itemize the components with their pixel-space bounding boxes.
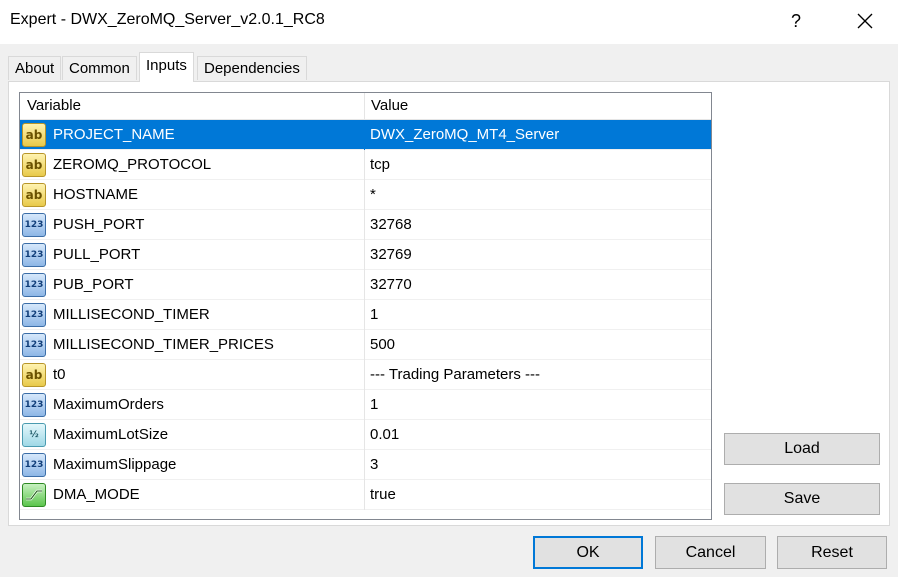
- column-divider: [364, 420, 365, 450]
- input-row[interactable]: 123 MILLISECOND_TIMER 1: [20, 300, 711, 330]
- variable-value[interactable]: 32770: [370, 270, 706, 299]
- input-row[interactable]: ab HOSTNAME *: [20, 180, 711, 210]
- variable-name: MILLISECOND_TIMER_PRICES: [53, 336, 274, 353]
- help-icon: ?: [790, 11, 801, 31]
- grid-header: Variable Value: [20, 93, 711, 120]
- integer-icon: 123: [22, 453, 46, 477]
- variable-value[interactable]: 32768: [370, 210, 706, 239]
- column-header-variable[interactable]: Variable: [20, 93, 365, 119]
- column-divider: [364, 270, 365, 300]
- tab-dependencies[interactable]: Dependencies: [197, 56, 307, 80]
- variable-name: PULL_PORT: [53, 246, 141, 263]
- column-divider: [364, 240, 365, 270]
- cancel-button[interactable]: Cancel: [655, 536, 766, 569]
- expert-properties-dialog: Expert - DWX_ZeroMQ_Server_v2.0.1_RC8 ? …: [0, 0, 898, 577]
- column-header-value[interactable]: Value: [365, 93, 711, 119]
- reset-button[interactable]: Reset: [777, 536, 887, 569]
- variable-name: t0: [53, 366, 66, 383]
- title-bar[interactable]: Expert - DWX_ZeroMQ_Server_v2.0.1_RC8 ?: [0, 0, 898, 44]
- input-row[interactable]: 123 MaximumOrders 1: [20, 390, 711, 420]
- column-divider: [364, 330, 365, 360]
- variable-value[interactable]: DWX_ZeroMQ_MT4_Server: [370, 120, 706, 149]
- integer-icon: 123: [22, 273, 46, 297]
- column-divider: [364, 210, 365, 240]
- variable-value[interactable]: 3: [370, 450, 706, 479]
- ok-button[interactable]: OK: [533, 536, 643, 569]
- variable-name: MaximumOrders: [53, 396, 164, 413]
- variable-name: MaximumSlippage: [53, 456, 177, 473]
- input-row[interactable]: ab ZEROMQ_PROTOCOL tcp: [20, 150, 711, 180]
- column-divider: [364, 150, 365, 180]
- close-button[interactable]: [842, 6, 888, 36]
- save-button[interactable]: Save: [724, 483, 880, 515]
- integer-icon: 123: [22, 213, 46, 237]
- column-divider: [364, 180, 365, 210]
- variable-value[interactable]: 32769: [370, 240, 706, 269]
- variable-value[interactable]: 500: [370, 330, 706, 359]
- input-row[interactable]: ab PROJECT_NAME DWX_ZeroMQ_MT4_Server: [20, 120, 711, 150]
- variable-name: ZEROMQ_PROTOCOL: [53, 156, 212, 173]
- column-divider: [364, 390, 365, 420]
- variable-name: MILLISECOND_TIMER: [53, 306, 210, 323]
- integer-icon: 123: [22, 243, 46, 267]
- input-row[interactable]: DMA_MODE true: [20, 480, 711, 510]
- column-divider: [364, 450, 365, 480]
- integer-icon: 123: [22, 393, 46, 417]
- column-divider: [364, 480, 365, 510]
- integer-icon: 123: [22, 333, 46, 357]
- string-icon: ab: [22, 153, 46, 177]
- variable-name: MaximumLotSize: [53, 426, 169, 443]
- variable-value[interactable]: 1: [370, 300, 706, 329]
- variable-value[interactable]: 0.01: [370, 420, 706, 449]
- inputs-grid[interactable]: Variable Value ab PROJECT_NAME DWX_ZeroMQ_…: [19, 92, 712, 520]
- string-icon: ab: [22, 123, 46, 147]
- variable-name: HOSTNAME: [53, 186, 139, 203]
- variable-value[interactable]: true: [370, 480, 706, 509]
- variable-value[interactable]: 1: [370, 390, 706, 419]
- bool-icon: [22, 483, 46, 507]
- input-row[interactable]: 123 PUSH_PORT 32768: [20, 210, 711, 240]
- input-row[interactable]: 123 MaximumSlippage 3: [20, 450, 711, 480]
- column-divider: [364, 120, 365, 150]
- double-icon: ½: [22, 423, 46, 447]
- input-row[interactable]: ab t0 --- Trading Parameters ---: [20, 360, 711, 390]
- input-row[interactable]: 123 PUB_PORT 32770: [20, 270, 711, 300]
- tab-inputs[interactable]: Inputs: [139, 52, 194, 82]
- input-row[interactable]: ½ MaximumLotSize 0.01: [20, 420, 711, 450]
- variable-name: DMA_MODE: [53, 486, 140, 503]
- variable-value[interactable]: tcp: [370, 150, 706, 179]
- grid-rows: ab PROJECT_NAME DWX_ZeroMQ_MT4_Server ab ZER…: [20, 120, 711, 510]
- window-title: Expert - DWX_ZeroMQ_Server_v2.0.1_RC8: [10, 11, 325, 28]
- tab-common[interactable]: Common: [62, 56, 137, 80]
- string-icon: ab: [22, 363, 46, 387]
- variable-name: PUSH_PORT: [53, 216, 145, 233]
- input-row[interactable]: 123 PULL_PORT 32769: [20, 240, 711, 270]
- column-divider: [364, 300, 365, 330]
- input-row[interactable]: 123 MILLISECOND_TIMER_PRICES 500: [20, 330, 711, 360]
- variable-value[interactable]: --- Trading Parameters ---: [370, 360, 706, 389]
- variable-name: PROJECT_NAME: [53, 126, 175, 143]
- column-divider: [364, 360, 365, 390]
- close-icon: [857, 13, 873, 29]
- variable-value[interactable]: *: [370, 180, 706, 209]
- string-icon: ab: [22, 183, 46, 207]
- variable-name: PUB_PORT: [53, 276, 134, 293]
- tab-about[interactable]: About: [8, 56, 62, 80]
- load-button[interactable]: Load: [724, 433, 880, 465]
- integer-icon: 123: [22, 303, 46, 327]
- help-button[interactable]: ?: [774, 6, 818, 36]
